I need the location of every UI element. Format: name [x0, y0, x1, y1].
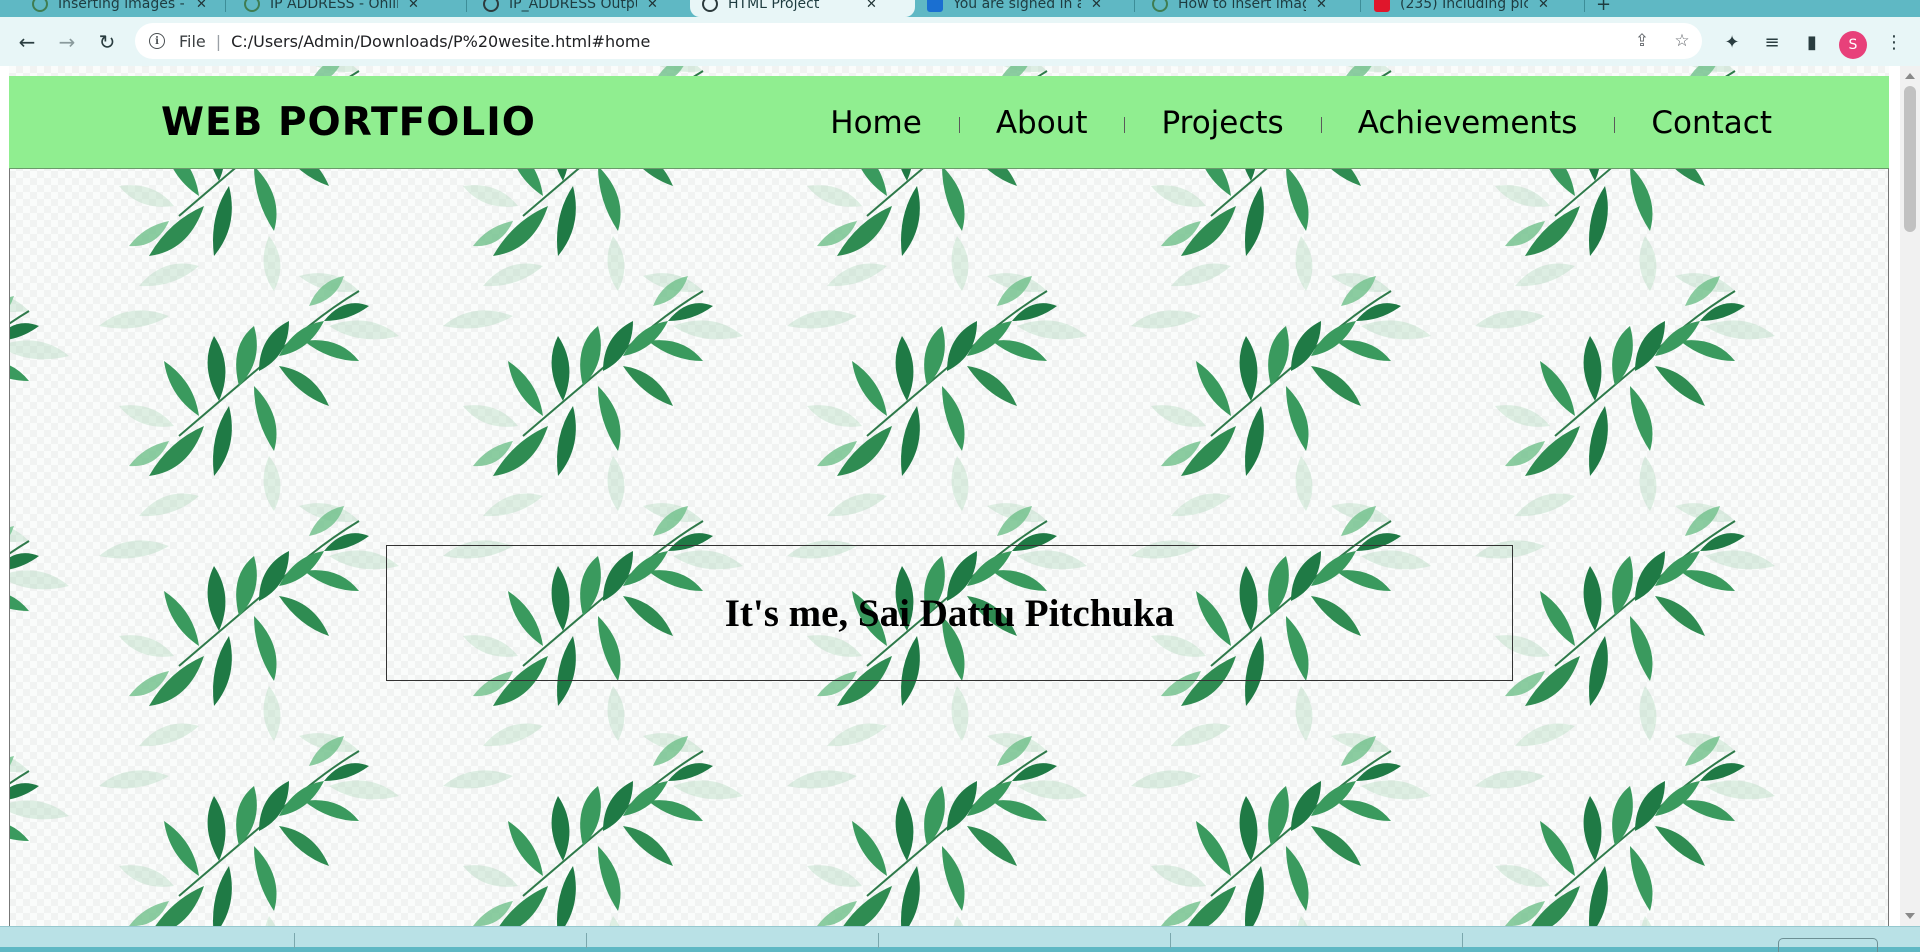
tab-title: IP_ADDRESS Output — [509, 0, 637, 12]
scheme-label: File — [179, 31, 206, 51]
nav-link-about[interactable]: About — [958, 105, 1125, 141]
close-icon[interactable]: ✕ — [866, 0, 877, 12]
browser-toolbar: ← → ↻ i File | C:/Users/Admin/Downloads/… — [0, 17, 1920, 66]
bottom-divider — [878, 933, 879, 948]
media-queue-icon[interactable]: ≡ — [1760, 30, 1784, 54]
close-icon[interactable]: ✕ — [1316, 0, 1327, 12]
forward-button[interactable]: → — [54, 29, 80, 55]
scroll-thumb[interactable] — [1904, 86, 1916, 232]
address-divider: | — [215, 31, 222, 51]
hero-heading: It's me, Sai Dattu Pitchuka — [724, 591, 1175, 635]
grammarly-icon — [1152, 0, 1168, 12]
address-bar[interactable]: i File | C:/Users/Admin/Downloads/P%20we… — [135, 23, 1702, 59]
tab-title: How to insert images — [1178, 0, 1306, 12]
scroll-up-arrow-icon[interactable] — [1905, 73, 1915, 79]
url-text[interactable]: C:/Users/Admin/Downloads/P%20wesite.html… — [231, 32, 650, 51]
close-icon[interactable]: ✕ — [1538, 0, 1549, 12]
reload-button[interactable]: ↻ — [94, 29, 120, 55]
tab-divider — [1360, 0, 1361, 12]
tab-divider — [466, 0, 467, 12]
back-button[interactable]: ← — [14, 29, 40, 55]
codepen-icon — [702, 0, 718, 12]
close-icon[interactable]: ✕ — [196, 0, 207, 12]
codepen-icon — [483, 0, 499, 12]
bottom-divider — [294, 933, 295, 948]
browser-tab-active[interactable]: HTML Project ✕ — [690, 0, 915, 17]
info-icon[interactable]: i — [149, 33, 165, 49]
nav-link-achievements[interactable]: Achievements — [1320, 105, 1615, 141]
hero-box: It's me, Sai Dattu Pitchuka — [386, 545, 1513, 681]
youtube-icon — [1374, 0, 1390, 12]
bottom-divider — [1170, 933, 1171, 948]
new-tab-button[interactable]: + — [1596, 0, 1611, 17]
site-navbar: WEB PORTFOLIO Home About Projects Achiev… — [9, 76, 1889, 169]
close-icon[interactable]: ✕ — [1091, 0, 1102, 12]
bottom-divider — [1462, 933, 1463, 948]
extensions-puzzle-icon[interactable]: ✦ — [1720, 30, 1744, 54]
plus-icon: + — [1596, 0, 1612, 15]
browser-tab[interactable]: IP_ADDRESS Output ✕ — [471, 0, 670, 17]
nav-link-home[interactable]: Home — [793, 105, 959, 141]
nav-link-contact[interactable]: Contact — [1614, 105, 1772, 141]
browser-tab[interactable]: (235) Including pictu ✕ — [1362, 0, 1561, 17]
bottom-bar — [0, 926, 1920, 952]
arrow-left-icon: ← — [18, 30, 36, 54]
browser-tab[interactable]: Inserting images - Gr ✕ — [20, 0, 219, 17]
tab-divider — [1134, 0, 1135, 12]
bottom-button[interactable] — [1778, 938, 1878, 952]
kebab-menu-icon[interactable]: ⋮ — [1882, 30, 1906, 54]
bottom-divider — [586, 933, 587, 948]
close-icon[interactable]: ✕ — [408, 0, 419, 12]
arrow-right-icon: → — [58, 30, 76, 54]
share-icon[interactable]: ⇪ — [1632, 31, 1652, 51]
tab-title: Inserting images - Gr — [58, 0, 186, 12]
sphere-icon — [244, 0, 260, 12]
tab-divider — [225, 0, 226, 12]
side-panel-icon[interactable]: ▮ — [1800, 30, 1824, 54]
tab-title: HTML Project — [728, 0, 820, 12]
tab-title: IP ADDRESS - Online Br — [270, 0, 398, 12]
site-brand[interactable]: WEB PORTFOLIO — [161, 76, 536, 169]
vertical-scrollbar[interactable] — [1900, 66, 1920, 926]
outlook-icon — [927, 0, 943, 12]
tab-divider — [1584, 0, 1585, 12]
tab-title: (235) Including pictu — [1400, 0, 1528, 12]
nav-menu: Home About Projects Achievements Contact — [793, 76, 1772, 169]
browser-tab[interactable]: IP ADDRESS - Online Br ✕ — [232, 0, 431, 17]
nav-link-projects[interactable]: Projects — [1124, 105, 1320, 141]
scroll-down-arrow-icon[interactable] — [1905, 913, 1915, 919]
page-viewport: WEB PORTFOLIO Home About Projects Achiev… — [0, 66, 1920, 926]
avatar[interactable]: S — [1839, 31, 1867, 59]
sphere-icon — [32, 0, 48, 12]
close-icon[interactable]: ✕ — [647, 0, 658, 12]
browser-tab[interactable]: How to insert images ✕ — [1140, 0, 1339, 17]
tab-strip: Inserting images - Gr ✕ IP ADDRESS - Onl… — [0, 0, 1920, 17]
browser-tab[interactable]: You are signed in as ✕ — [915, 0, 1114, 17]
reload-icon: ↻ — [98, 30, 116, 54]
tab-title: You are signed in as — [953, 0, 1081, 12]
bookmark-star-icon[interactable]: ☆ — [1672, 31, 1692, 51]
